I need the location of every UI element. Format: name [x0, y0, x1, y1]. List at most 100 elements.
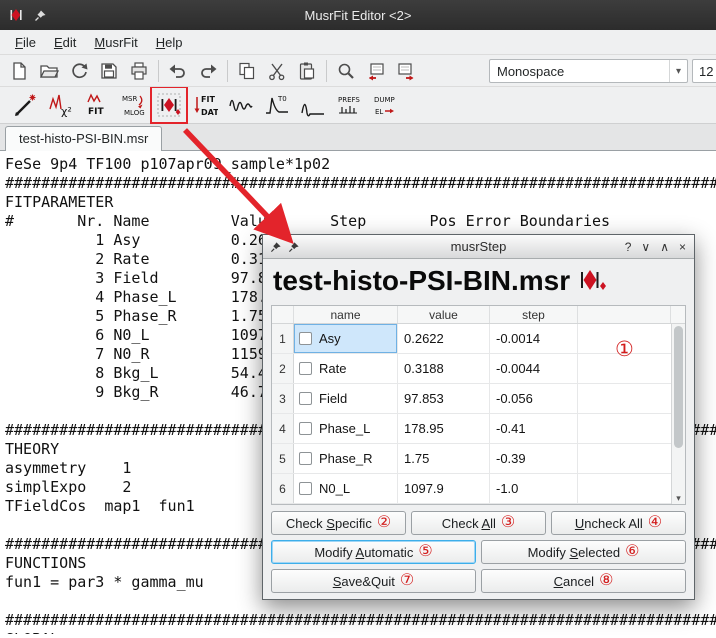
- main-toolbar: Monospace ▾ 12 ▴▾: [0, 55, 716, 87]
- musr-wizard-button[interactable]: [10, 90, 40, 120]
- annotation-6: ⑥: [625, 544, 639, 560]
- musrt0-button[interactable]: T0: [262, 90, 292, 120]
- shade-down-button[interactable]: ∨: [641, 240, 650, 254]
- editor-line: FeSe 9p4 TF100 p107apr09_sample*1p02: [5, 155, 716, 174]
- new-file-button[interactable]: [4, 57, 34, 85]
- paste-button[interactable]: [292, 57, 322, 85]
- menu-help[interactable]: Help: [147, 32, 192, 53]
- scroll-down-icon[interactable]: ▾: [672, 492, 685, 504]
- param-name: Phase_L: [319, 421, 370, 436]
- cut-button[interactable]: [262, 57, 292, 85]
- tab-msr-file[interactable]: test-histo-PSI-BIN.msr: [5, 126, 162, 151]
- pin-icon[interactable]: [288, 241, 300, 253]
- modify-selected-button[interactable]: Modify Selected ⑥: [481, 540, 686, 564]
- toolbar-separator: [227, 60, 228, 82]
- param-value[interactable]: 97.853: [398, 384, 490, 413]
- menu-musrfit[interactable]: MusrFit: [85, 32, 146, 53]
- param-value[interactable]: 178.95: [398, 414, 490, 443]
- svg-text:MLOG: MLOG: [124, 109, 145, 117]
- menubar: File Edit MusrFit Help: [0, 30, 716, 55]
- musrstep-logo-icon: [578, 267, 608, 295]
- param-step[interactable]: -0.41: [490, 414, 578, 443]
- param-value[interactable]: 1097.9: [398, 474, 490, 503]
- find-next-button[interactable]: [391, 57, 421, 85]
- svg-text:PREFS: PREFS: [338, 96, 360, 104]
- musrprefs-button[interactable]: PREFS: [334, 90, 364, 120]
- musrstep-button[interactable]: [154, 90, 184, 120]
- table-row[interactable]: 6 N0_L 1097.9 -1.0: [272, 474, 671, 504]
- column-header-name[interactable]: name: [294, 306, 398, 323]
- button-label: Check All: [442, 516, 496, 531]
- table-scrollbar[interactable]: ▾: [671, 324, 685, 504]
- reload-button[interactable]: [64, 57, 94, 85]
- chevron-down-icon[interactable]: ▾: [669, 60, 687, 82]
- param-step[interactable]: -0.0044: [490, 354, 578, 383]
- row-checkbox[interactable]: [299, 452, 312, 465]
- cancel-button[interactable]: Cancel ⑧: [481, 569, 686, 593]
- open-file-button[interactable]: [34, 57, 64, 85]
- table-row[interactable]: 4 Phase_L 178.95 -0.41: [272, 414, 671, 444]
- filler-cell: [578, 414, 671, 443]
- param-step[interactable]: -0.39: [490, 444, 578, 473]
- table-row[interactable]: 1 Asy 0.2622 -0.0014: [272, 324, 671, 354]
- find-previous-button[interactable]: [361, 57, 391, 85]
- tabbar: test-histo-PSI-BIN.msr: [0, 124, 716, 151]
- musrfit-run-button[interactable]: FIT: [82, 90, 112, 120]
- column-header-value[interactable]: value: [398, 306, 490, 323]
- fit-to-data-button[interactable]: FITDAT: [190, 90, 220, 120]
- search-button[interactable]: [331, 57, 361, 85]
- row-checkbox[interactable]: [299, 482, 312, 495]
- print-button[interactable]: [124, 57, 154, 85]
- param-step[interactable]: -1.0: [490, 474, 578, 503]
- font-size-spinner[interactable]: 12 ▴▾: [692, 59, 716, 83]
- param-value[interactable]: 1.75: [398, 444, 490, 473]
- table-row[interactable]: 5 Phase_R 1.75 -0.39: [272, 444, 671, 474]
- redo-button[interactable]: [193, 57, 223, 85]
- save-button[interactable]: [94, 57, 124, 85]
- param-step[interactable]: -0.0014: [490, 324, 578, 353]
- param-step[interactable]: -0.056: [490, 384, 578, 413]
- editor-line: FITPARAMETER: [5, 193, 716, 212]
- shade-up-button[interactable]: ∧: [660, 240, 669, 254]
- param-value[interactable]: 0.3188: [398, 354, 490, 383]
- button-label: Check Specific: [286, 516, 372, 531]
- musrview-button[interactable]: [226, 90, 256, 120]
- row-checkbox[interactable]: [299, 392, 312, 405]
- column-header-step[interactable]: step: [490, 306, 578, 323]
- menu-file[interactable]: File: [6, 32, 45, 53]
- button-label: Modify Automatic: [314, 545, 413, 560]
- calc-chisq-button[interactable]: χ²: [46, 90, 76, 120]
- window-titlebar[interactable]: MusrFit Editor <2>: [0, 0, 716, 30]
- save-quit-button[interactable]: Save&Quit ⑦: [271, 569, 476, 593]
- close-button[interactable]: ×: [679, 240, 686, 254]
- row-checkbox[interactable]: [299, 362, 312, 375]
- undo-button[interactable]: [163, 57, 193, 85]
- dialog-titlebar[interactable]: musrStep ? ∨ ∧ ×: [263, 235, 694, 259]
- table-row[interactable]: 3 Field 97.853 -0.056: [272, 384, 671, 414]
- font-family-select[interactable]: Monospace ▾: [489, 59, 688, 83]
- scrollbar-thumb[interactable]: [674, 326, 683, 448]
- help-button[interactable]: ?: [625, 240, 632, 254]
- copy-button[interactable]: [232, 57, 262, 85]
- scrollbar-header-cell: [671, 306, 685, 323]
- row-checkbox[interactable]: [299, 422, 312, 435]
- row-number: 4: [272, 414, 294, 443]
- check-all-button[interactable]: Check All ③: [411, 511, 546, 535]
- param-value[interactable]: 0.2622: [398, 324, 490, 353]
- row-checkbox[interactable]: [299, 332, 312, 345]
- row-number: 1: [272, 324, 294, 353]
- corner-header-cell: [272, 306, 294, 323]
- menu-edit[interactable]: Edit: [45, 32, 85, 53]
- table-row[interactable]: 2 Rate 0.3188 -0.0044: [272, 354, 671, 384]
- check-specific-button[interactable]: Check Specific ②: [271, 511, 406, 535]
- button-label: Uncheck All: [575, 516, 643, 531]
- musrstep-dialog: musrStep ? ∨ ∧ × test-histo-PSI-BIN.msr …: [262, 234, 695, 600]
- uncheck-all-button[interactable]: Uncheck All ④: [551, 511, 686, 535]
- modify-automatic-button[interactable]: Modify Automatic ⑤: [271, 540, 476, 564]
- column-header-filler: [578, 306, 671, 323]
- annotation-3: ③: [501, 515, 515, 531]
- musrdump-button[interactable]: DUMPEL: [370, 90, 400, 120]
- fourier-button[interactable]: [298, 90, 328, 120]
- msr-mlog-swap-button[interactable]: MSRMLOG: [118, 90, 148, 120]
- pin-icon[interactable]: [270, 241, 282, 253]
